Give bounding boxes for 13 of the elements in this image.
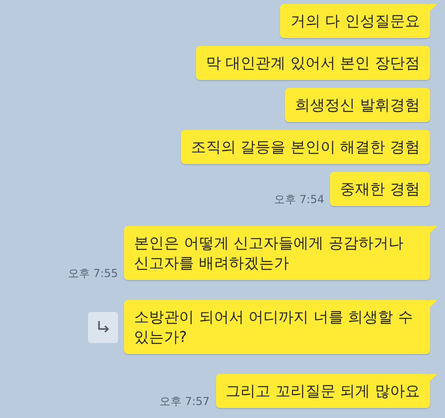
message-time: 오후 7:55 <box>68 268 118 279</box>
message-bubble: 희생정신 발휘경험 <box>285 88 430 122</box>
bubble-tail-icon <box>429 4 437 12</box>
share-button[interactable] <box>88 312 118 342</box>
message-bubble: 중재한 경험 <box>330 172 430 206</box>
bubble-tail-icon <box>429 300 437 308</box>
bubble-tail-icon <box>429 374 437 382</box>
message-bubble: 조직의 갈등을 본인이 해결한 경험 <box>180 130 430 164</box>
message-time: 오후 7:54 <box>274 194 324 205</box>
message-time: 오후 7:57 <box>159 396 210 407</box>
message-bubble: 막 대인관계 있어서 본인 장단점 <box>196 46 430 80</box>
bubble-tail-icon <box>429 226 437 234</box>
arrow-icon <box>96 320 110 334</box>
